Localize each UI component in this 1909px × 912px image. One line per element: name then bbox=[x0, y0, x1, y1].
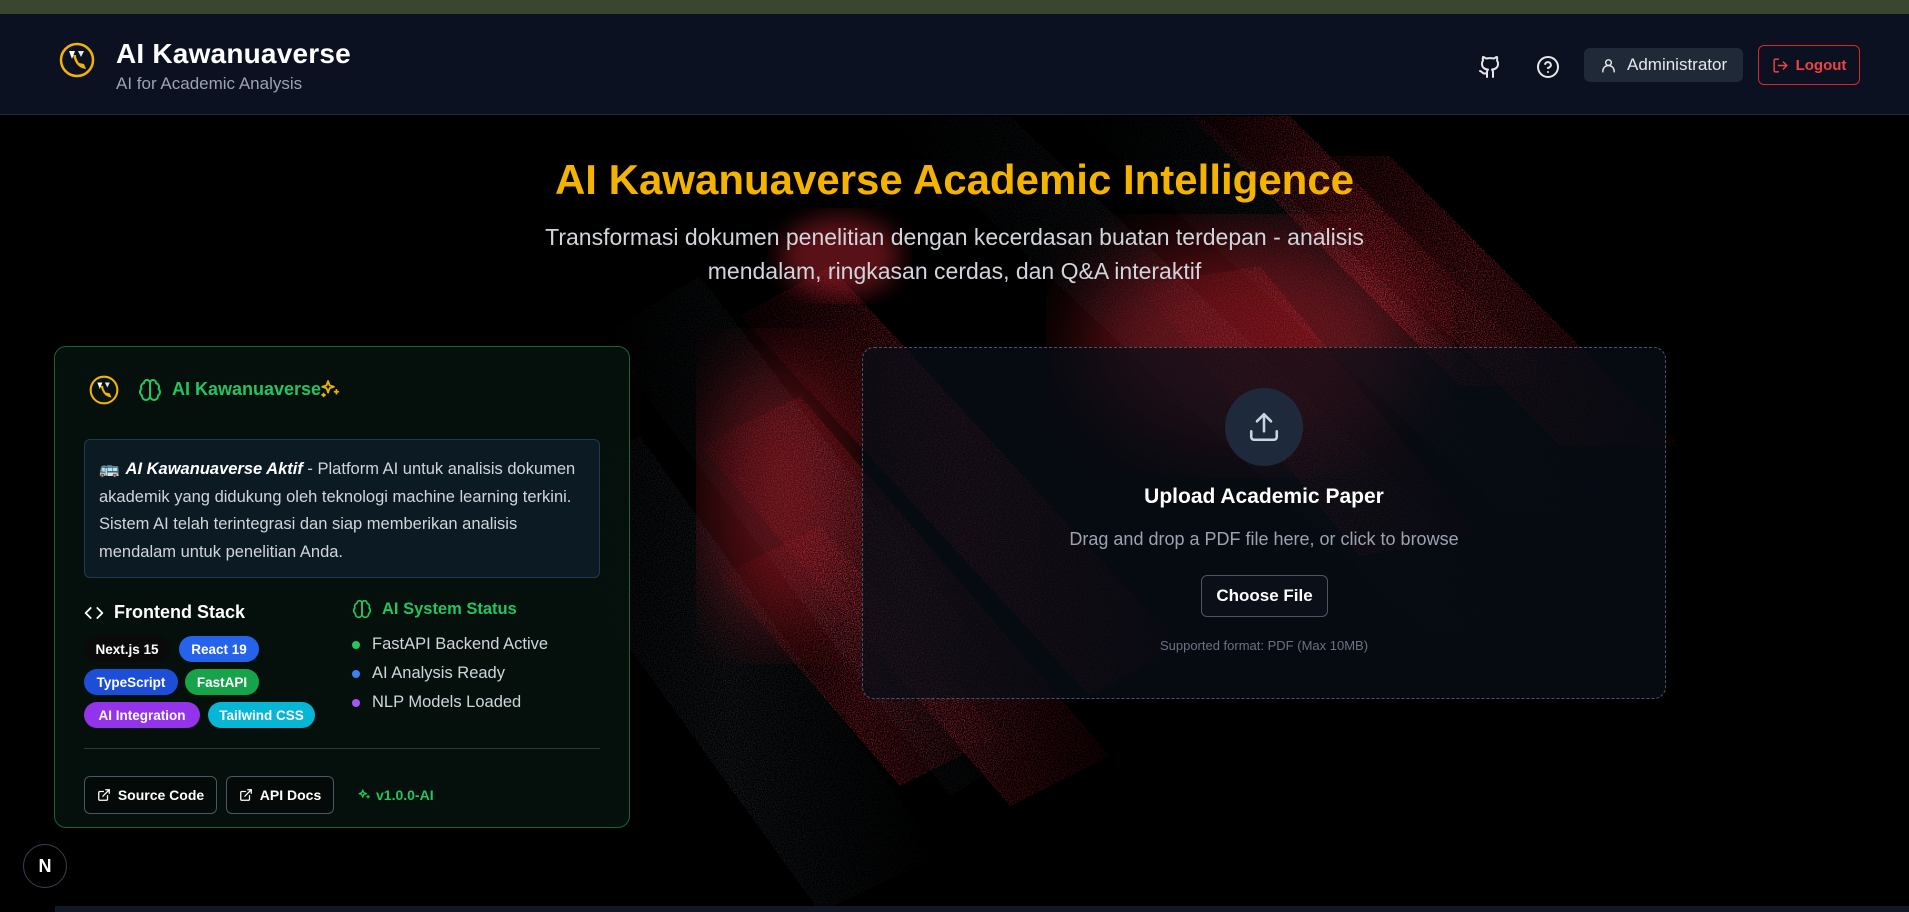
version-badge: v1.0.0-AI bbox=[357, 787, 434, 803]
hero-subtitle: Transformasi dokumen penelitian dengan k… bbox=[545, 224, 1364, 284]
upload-icon bbox=[1249, 412, 1279, 442]
nextjs-dev-badge[interactable]: N bbox=[23, 844, 67, 888]
upload-format-note: Supported format: PDF (Max 10MB) bbox=[1159, 638, 1369, 653]
tag-react: React 19 bbox=[179, 636, 259, 662]
status-list: FastAPI Backend Active AI Analysis Ready… bbox=[352, 630, 548, 717]
source-code-button[interactable]: Source Code bbox=[84, 776, 217, 814]
app-logo bbox=[59, 42, 95, 78]
tag-typescript: TypeScript bbox=[84, 669, 178, 695]
ai-status-heading: AI System Status bbox=[352, 599, 517, 619]
notice-heading: AI Kawanuaverse Aktif bbox=[125, 460, 303, 478]
status-notice: 🚌 AI Kawanuaverse Aktif - Platform AI unt… bbox=[84, 439, 600, 578]
logout-label: Logout bbox=[1795, 56, 1847, 74]
sparkles-icon bbox=[358, 789, 370, 799]
source-code-label: Source Code bbox=[117, 787, 205, 803]
user-icon bbox=[1602, 58, 1615, 73]
sparkles-icon bbox=[321, 380, 340, 398]
upload-subtitle: Drag and drop a PDF file here, or click … bbox=[1069, 529, 1459, 549]
api-docs-label: API Docs bbox=[259, 787, 322, 803]
status-item: AI Analysis Ready bbox=[352, 659, 548, 688]
card-title: AI Kawanuaverse bbox=[172, 379, 322, 399]
help-button[interactable] bbox=[1531, 50, 1565, 84]
card-divider bbox=[84, 748, 600, 749]
status-item: NLP Models Loaded bbox=[352, 688, 548, 717]
upload-dropzone[interactable]: Upload Academic Paper Drag and drop a PD… bbox=[862, 347, 1666, 699]
code-icon bbox=[84, 606, 104, 619]
app-subtitle: AI for Academic Analysis bbox=[116, 74, 303, 93]
status-dot-purple bbox=[352, 698, 360, 707]
logout-button[interactable]: Logout bbox=[1758, 45, 1860, 85]
ai-status-title: AI System Status bbox=[382, 599, 517, 618]
github-link[interactable] bbox=[1473, 50, 1507, 84]
status-label: NLP Models Loaded bbox=[372, 693, 522, 711]
logout-icon bbox=[1773, 57, 1788, 73]
status-label: AI Analysis Ready bbox=[372, 664, 505, 682]
choose-file-button[interactable]: Choose File bbox=[1201, 575, 1328, 617]
external-link-icon bbox=[239, 789, 252, 801]
main-stage: AI Kawanuaverse Academic Intelligence Tr… bbox=[0, 116, 1909, 912]
info-card: AI Kawanuaverse 🚌 AI Kawanuaverse Aktif -… bbox=[54, 346, 630, 828]
status-item: FastAPI Backend Active bbox=[352, 630, 548, 659]
app-title: AI Kawanuaverse bbox=[116, 38, 351, 69]
tag-nextjs: Next.js 15 bbox=[84, 636, 170, 662]
status-dot-green bbox=[352, 640, 360, 649]
status-dot-blue bbox=[352, 669, 360, 678]
card-logo bbox=[89, 375, 119, 405]
user-menu[interactable]: Administrator bbox=[1584, 48, 1743, 82]
frontend-stack-title: Frontend Stack bbox=[114, 602, 246, 622]
tag-ai-integration: AI Integration bbox=[84, 702, 200, 728]
api-docs-button[interactable]: API Docs bbox=[226, 776, 334, 814]
status-label: FastAPI Backend Active bbox=[372, 635, 549, 653]
browser-top-strip bbox=[0, 0, 1909, 14]
user-label: Administrator bbox=[1627, 55, 1728, 74]
brain-icon bbox=[139, 379, 161, 401]
external-link-icon bbox=[97, 789, 110, 801]
app-header: AI Kawanuaverse AI for Academic Analysis… bbox=[0, 14, 1909, 115]
upload-title: Upload Academic Paper bbox=[1144, 485, 1384, 508]
frontend-stack-heading: Frontend Stack bbox=[84, 602, 245, 623]
bus-emoji-icon: 🚌 bbox=[99, 460, 120, 478]
brain-icon bbox=[352, 599, 372, 619]
version-label: v1.0.0-AI bbox=[376, 787, 434, 803]
help-icon bbox=[1537, 56, 1559, 78]
bottom-bar bbox=[55, 906, 1909, 912]
tag-fastapi: FastAPI bbox=[185, 669, 259, 695]
tag-tailwind: Tailwind CSS bbox=[208, 702, 315, 728]
hero-title: AI Kawanuaverse Academic Intelligence bbox=[554, 156, 1355, 203]
upload-icon-circle bbox=[1225, 388, 1303, 466]
github-icon bbox=[1479, 56, 1500, 78]
